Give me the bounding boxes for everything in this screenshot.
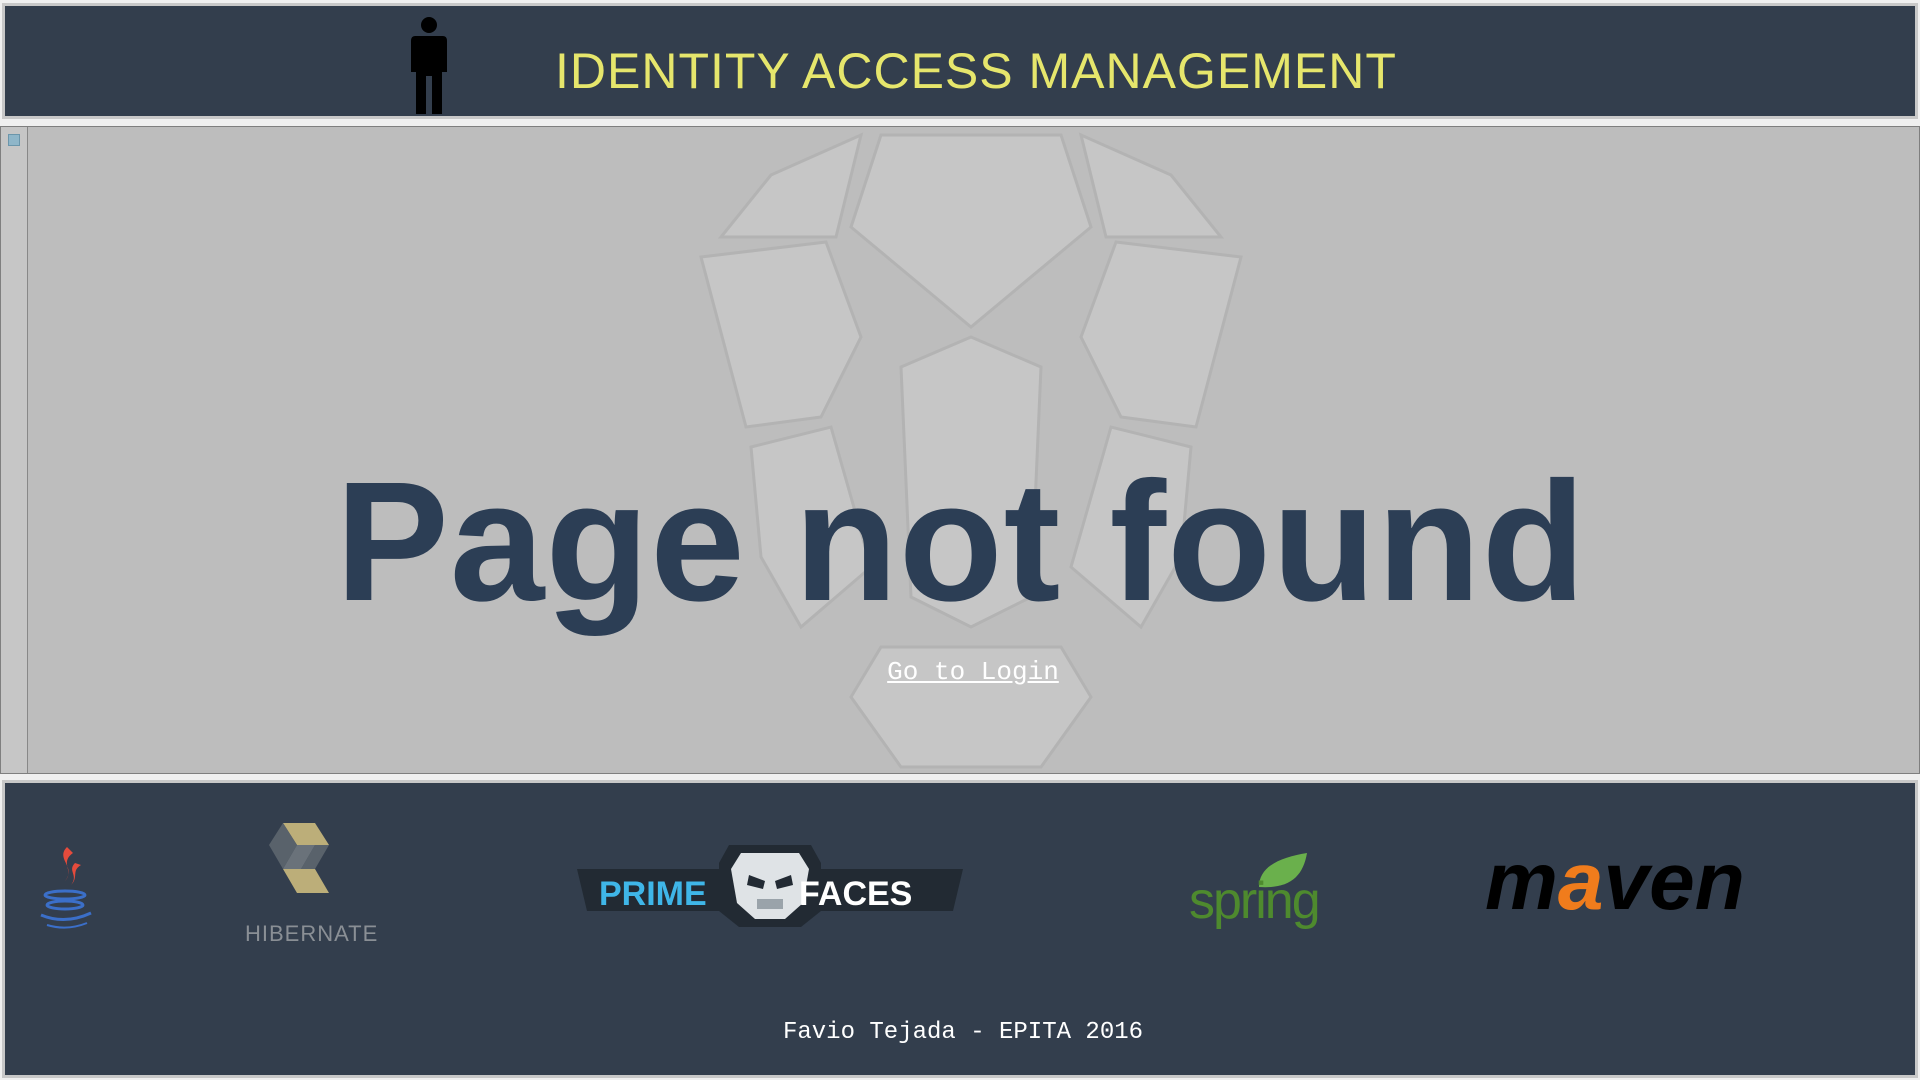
maven-ven: ven — [1603, 836, 1745, 927]
expand-icon[interactable] — [8, 134, 20, 146]
hibernate-logo: HIBERNATE — [245, 823, 385, 946]
person-icon — [411, 17, 447, 114]
java-logo — [40, 847, 92, 929]
go-to-login-link[interactable]: Go to Login — [1, 657, 1920, 687]
page-not-found-heading: Page not found — [335, 447, 1587, 637]
footer-banner: HIBERNATE PRIME FACES spring maven Favio… — [2, 780, 1918, 1078]
maven-logo: maven — [1485, 841, 1795, 931]
primefaces-faces-text: FACES — [799, 875, 913, 913]
hibernate-text: HIBERNATE — [245, 921, 379, 946]
primefaces-logo: PRIME FACES — [577, 841, 963, 931]
maven-a: a — [1557, 836, 1604, 927]
primefaces-prime-text: PRIME — [599, 875, 707, 913]
footer-credit: Favio Tejada - EPITA 2016 — [782, 1019, 1144, 1046]
header-banner: IDENTITY ACCESS MANAGEMENT — [2, 3, 1918, 119]
maven-m: m — [1485, 836, 1558, 927]
content-panel: Page not found Go to Login — [0, 126, 1920, 774]
spring-logo: spring — [1189, 851, 1329, 941]
app-title: IDENTITY ACCESS MANAGEMENT — [555, 43, 1397, 99]
spring-text: spring — [1189, 872, 1321, 930]
